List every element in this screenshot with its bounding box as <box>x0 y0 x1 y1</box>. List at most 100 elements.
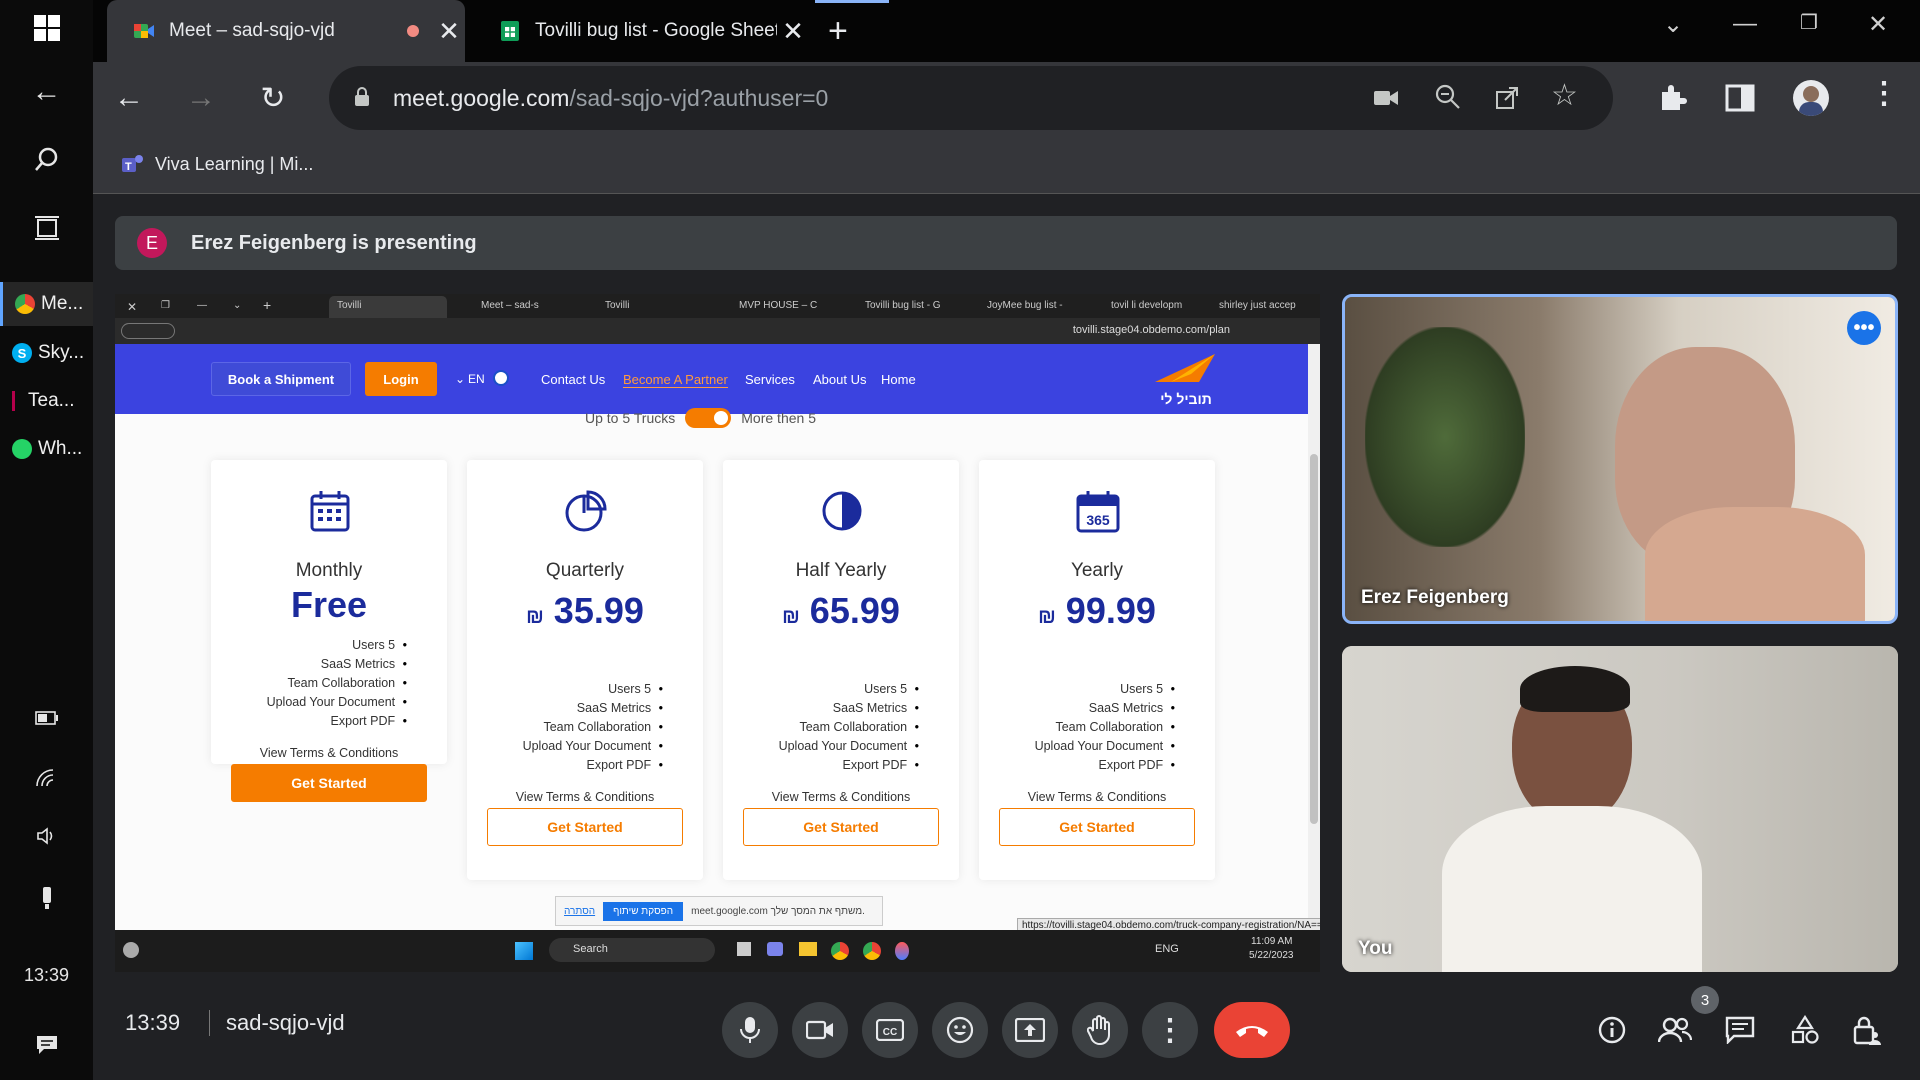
whatsapp-icon <box>12 439 32 459</box>
language-select[interactable]: EN <box>468 372 485 386</box>
taskbar-app-skype[interactable]: S Sky... <box>0 331 93 375</box>
plan-features: Users 5 SaaS Metrics Team Collaboration … <box>1035 680 1175 775</box>
battery-icon[interactable] <box>0 700 93 736</box>
profile-avatar[interactable] <box>1793 80 1829 116</box>
view-terms-link[interactable]: View Terms & Conditions <box>467 790 703 804</box>
back-icon[interactable]: ← <box>107 76 151 120</box>
participant-tile-erez[interactable]: ••• Erez Feigenberg <box>1342 294 1898 624</box>
notification-icon[interactable] <box>0 1030 93 1060</box>
screen-share-notice: הסתרה הפסקת שיתוף meet.google.com משתף א… <box>555 896 883 926</box>
nav-services[interactable]: Services <box>745 372 795 387</box>
search-icon[interactable] <box>0 138 93 182</box>
more-options-icon[interactable]: ••• <box>1847 311 1881 345</box>
lock-icon[interactable] <box>353 86 371 108</box>
close-tab-icon[interactable]: ✕ <box>433 16 465 47</box>
captions-button[interactable]: CC <box>862 1002 918 1058</box>
restore-icon[interactable]: ❐ <box>1800 10 1818 35</box>
shared-tab: MVP HOUSE – C <box>739 300 818 311</box>
participant-name: Erez Feigenberg <box>1361 587 1509 608</box>
meeting-details-button[interactable] <box>1590 1008 1634 1052</box>
wifi-icon[interactable] <box>0 760 93 796</box>
taskbar-app-meet[interactable]: Me... <box>0 282 93 326</box>
microphone-icon[interactable] <box>0 880 93 916</box>
skype-icon: S <box>12 343 32 363</box>
feature-item: Team Collaboration <box>523 718 663 737</box>
currency-icon: ₪ <box>526 606 544 628</box>
taskbar-app-whatsapp[interactable]: Wh... <box>0 427 93 471</box>
windows-start-icon[interactable] <box>0 6 93 50</box>
tovilli-logo[interactable]: תוביל לי <box>1151 352 1221 407</box>
shared-screen[interactable]: ✕ ❐ — ⌄ + Tovilli Meet – sad-s Tovilli M… <box>115 294 1320 972</box>
share-icon[interactable] <box>1495 84 1521 110</box>
nav-home[interactable]: Home <box>881 372 916 387</box>
tab-sheets[interactable]: Tovilli bug list - Google Sheets ✕ <box>479 0 809 62</box>
windows-taskbar: ← Me... S Sky... Tea... Wh... 13:39 <box>0 0 93 1080</box>
windows-search-label: Search <box>573 943 608 955</box>
chevron-down-icon[interactable]: ⌄ <box>455 372 465 386</box>
info-icon <box>1598 1016 1626 1044</box>
meet-control-bar: 13:39 sad-sqjo-vjd CC ⋮ 3 <box>93 986 1920 1080</box>
truck-count-toggle[interactable] <box>685 408 732 428</box>
address-bar[interactable]: meet.google.com/sad-sqjo-vjd?authuser=0 … <box>329 66 1613 130</box>
view-terms-link[interactable]: View Terms & Conditions <box>211 746 447 760</box>
taskbar-clock[interactable]: 13:39 <box>0 960 93 990</box>
people-button[interactable] <box>1653 1008 1697 1052</box>
calendar-365-icon: 365 <box>1076 491 1120 533</box>
plan-price: 65.99 <box>809 590 900 631</box>
app-icon <box>895 942 909 960</box>
bookmark-star-icon[interactable]: ☆ <box>1551 78 1578 113</box>
book-shipment-button[interactable]: Book a Shipment <box>211 362 351 396</box>
volume-icon[interactable] <box>0 818 93 854</box>
minimize-icon[interactable]: — <box>1733 10 1757 38</box>
weather-icon <box>123 942 139 958</box>
nav-about-us[interactable]: About Us <box>813 372 866 387</box>
truck-toggle-row: Up to 5 Trucks More then 5 <box>585 408 816 428</box>
reload-icon[interactable]: ↻ <box>251 76 295 120</box>
chat-button[interactable] <box>1718 1008 1762 1052</box>
reactions-button[interactable] <box>932 1002 988 1058</box>
raise-hand-button[interactable] <box>1072 1002 1128 1058</box>
new-tab-button[interactable]: + <box>828 12 848 51</box>
task-view-icon[interactable] <box>0 206 93 250</box>
view-terms-link[interactable]: View Terms & Conditions <box>723 790 959 804</box>
login-button[interactable]: Login <box>365 362 437 396</box>
view-terms-link[interactable]: View Terms & Conditions <box>979 790 1215 804</box>
close-window-icon[interactable]: ✕ <box>1868 10 1888 39</box>
close-tab-icon[interactable]: ✕ <box>777 16 809 47</box>
taskbar-app-teams[interactable]: Tea... <box>0 379 93 423</box>
meeting-code[interactable]: sad-sqjo-vjd <box>209 1010 345 1036</box>
present-button[interactable] <box>1002 1002 1058 1058</box>
leave-call-button[interactable] <box>1214 1002 1290 1058</box>
tab-meet[interactable]: Meet – sad-sqjo-vjd ✕ <box>107 0 465 62</box>
get-started-button[interactable]: Get Started <box>743 808 939 846</box>
more-options-button[interactable]: ⋮ <box>1142 1002 1198 1058</box>
camera-in-use-icon[interactable] <box>1373 88 1399 108</box>
browser-tab-strip: Meet – sad-sqjo-vjd ✕ Tovilli bug list -… <box>93 0 1920 62</box>
tab-search-icon[interactable]: ⌄ <box>1663 10 1683 39</box>
menu-kebab-icon[interactable]: ⋮ <box>1869 76 1899 111</box>
get-started-button[interactable]: Get Started <box>231 764 427 802</box>
host-controls-button[interactable] <box>1845 1008 1889 1052</box>
feature-item: Users 5 <box>523 680 663 699</box>
bookmark-viva-learning[interactable]: T Viva Learning | Mi... <box>119 152 313 176</box>
plan-name: Yearly <box>1070 560 1124 581</box>
side-panel-icon[interactable] <box>1725 84 1755 112</box>
back-arrow-icon[interactable]: ← <box>0 70 93 114</box>
participant-tile-you[interactable]: You <box>1342 646 1898 972</box>
hide-notice-link: הסתרה <box>564 905 596 917</box>
nav-become-partner[interactable]: Become A Partner <box>623 372 728 388</box>
microphone-button[interactable] <box>722 1002 778 1058</box>
calendar-icon <box>310 491 350 532</box>
zoom-icon[interactable] <box>1435 84 1461 110</box>
get-started-button[interactable]: Get Started <box>999 808 1195 846</box>
camera-button[interactable] <box>792 1002 848 1058</box>
windows-start-icon <box>515 942 533 960</box>
currency-icon: ₪ <box>1038 606 1056 628</box>
forward-icon[interactable]: → <box>179 76 223 120</box>
activities-button[interactable] <box>1783 1008 1827 1052</box>
extensions-icon[interactable] <box>1656 82 1688 114</box>
svg-text:T: T <box>125 161 132 173</box>
feature-item: SaaS Metrics <box>267 655 407 674</box>
nav-contact-us[interactable]: Contact Us <box>541 372 605 387</box>
get-started-button[interactable]: Get Started <box>487 808 683 846</box>
